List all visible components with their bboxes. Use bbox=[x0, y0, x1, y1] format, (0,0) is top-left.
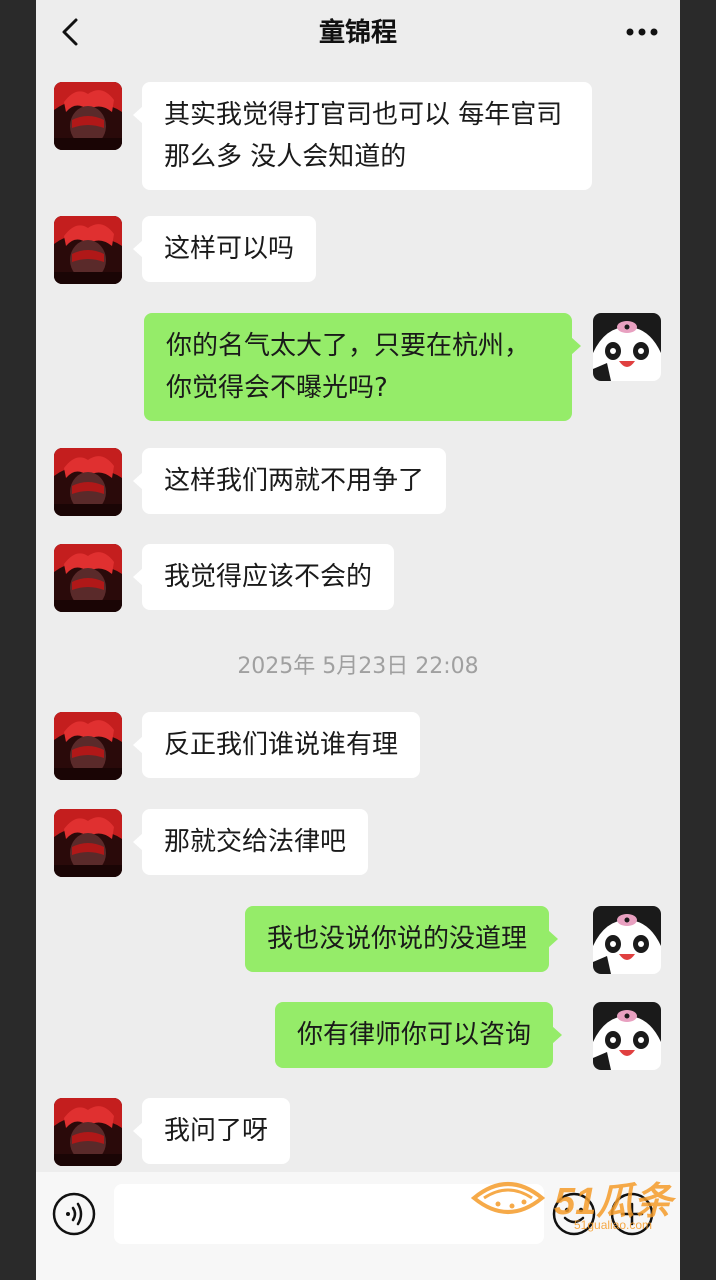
message-bubble-outgoing[interactable]: 你有律师你可以咨询 bbox=[275, 1002, 563, 1068]
input-bar bbox=[36, 1172, 680, 1280]
message-bubble-incoming[interactable]: 我问了呀 bbox=[132, 1098, 291, 1164]
emoji-icon[interactable] bbox=[552, 1192, 596, 1236]
message-bubble-incoming[interactable]: 这样可以吗 bbox=[132, 216, 317, 282]
message-input[interactable] bbox=[114, 1184, 544, 1244]
chevron-left-icon[interactable] bbox=[54, 14, 90, 50]
user-avatar[interactable] bbox=[593, 906, 661, 974]
message-bubble-incoming[interactable]: 其实我觉得打官司也可以 每年官司那么多 没人会知道的 bbox=[133, 82, 592, 190]
contact-avatar[interactable] bbox=[54, 712, 122, 780]
message-bubble-incoming[interactable]: 反正我们谁说谁有理 bbox=[132, 712, 421, 778]
contact-avatar[interactable] bbox=[54, 216, 122, 284]
chat-header: 童锦程 bbox=[36, 0, 680, 66]
contact-avatar[interactable] bbox=[54, 1098, 122, 1166]
plus-icon[interactable] bbox=[610, 1192, 654, 1236]
user-avatar[interactable] bbox=[593, 313, 661, 381]
message-bubble-incoming[interactable]: 我觉得应该不会的 bbox=[132, 544, 395, 610]
message-bubble-incoming[interactable]: 那就交给法律吧 bbox=[132, 809, 369, 875]
contact-avatar[interactable] bbox=[54, 544, 122, 612]
voice-icon[interactable] bbox=[52, 1192, 96, 1236]
more-dots-icon[interactable] bbox=[622, 18, 662, 46]
message-bubble-outgoing[interactable]: 你的名气太大了，只要在杭州，你觉得会不曝光吗? bbox=[144, 313, 581, 421]
chat-timestamp: 2025年 5月23日 22:08 bbox=[237, 654, 479, 679]
contact-avatar[interactable] bbox=[54, 448, 122, 516]
contact-avatar[interactable] bbox=[54, 809, 122, 877]
chat-title: 童锦程 bbox=[318, 18, 397, 48]
message-bubble-incoming[interactable]: 这样我们两就不用争了 bbox=[132, 448, 447, 514]
user-avatar[interactable] bbox=[593, 1002, 661, 1070]
message-bubble-outgoing[interactable]: 我也没说你说的没道理 bbox=[245, 906, 559, 972]
chat-screen: 童锦程 其实我觉得打官司也可以 每年官司那么多 没人会知道的 这样可以吗 你的名… bbox=[36, 0, 680, 1280]
contact-avatar[interactable] bbox=[54, 82, 122, 150]
